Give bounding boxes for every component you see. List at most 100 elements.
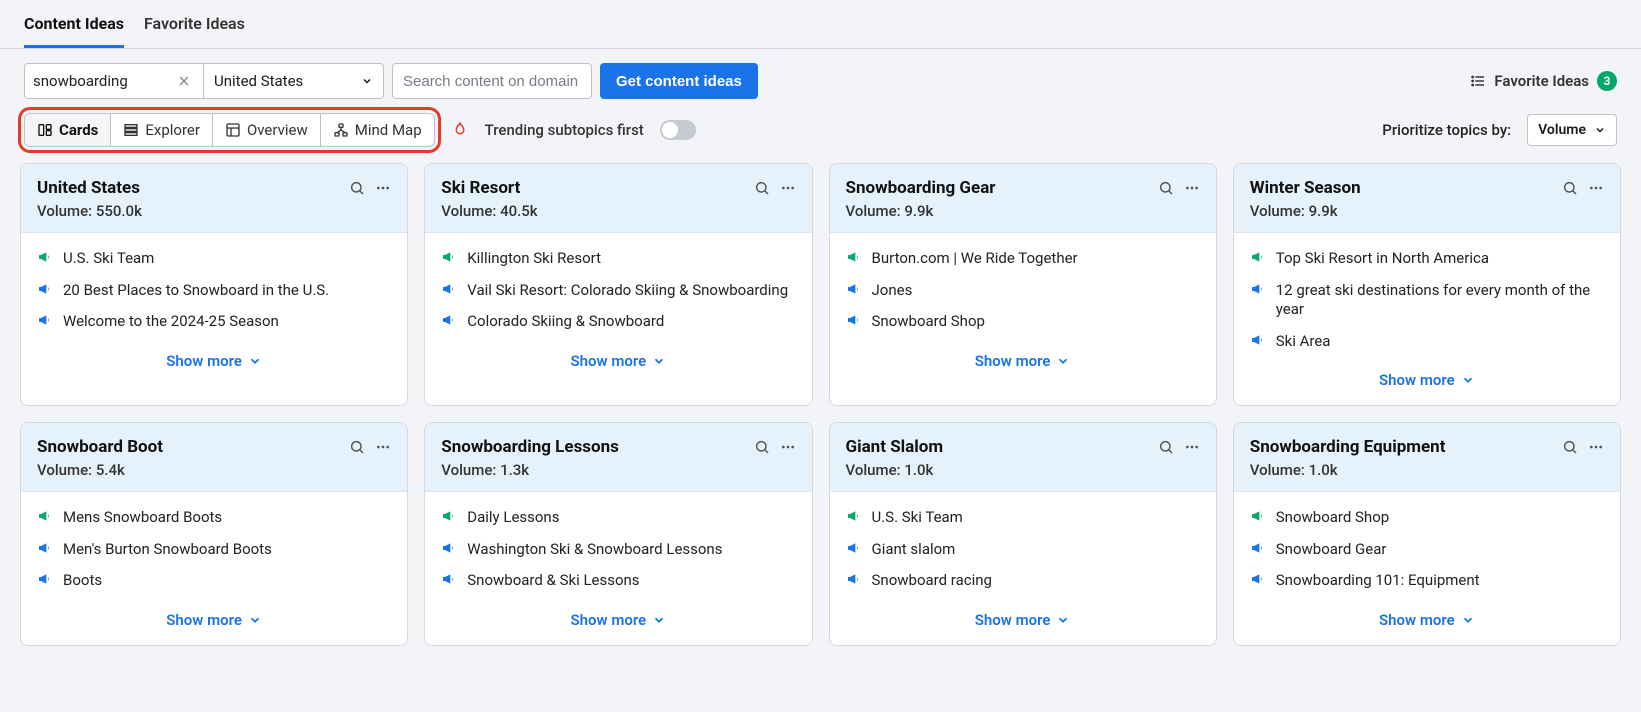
content-item[interactable]: 20 Best Places to Snowboard in the U.S.	[37, 281, 391, 301]
card-more-icon[interactable]	[780, 180, 796, 196]
show-more-button[interactable]: Show more	[830, 597, 1216, 645]
content-item[interactable]: Giant slalom	[846, 540, 1200, 560]
prioritize-select[interactable]: Volume	[1527, 114, 1617, 146]
card-more-icon[interactable]	[1588, 180, 1604, 196]
content-item[interactable]: Snowboard Shop	[846, 312, 1200, 332]
favorite-ideas-link[interactable]: Favorite Ideas 3	[1470, 71, 1617, 91]
megaphone-icon	[1250, 332, 1266, 348]
show-more-button[interactable]: Show more	[1234, 357, 1620, 405]
card-volume: Volume: 40.5k	[441, 202, 795, 220]
topic-card: Giant SlalomVolume: 1.0kU.S. Ski TeamGia…	[829, 422, 1217, 646]
overview-icon	[225, 122, 241, 138]
content-item[interactable]: Mens Snowboard Boots	[37, 508, 391, 528]
card-search-icon[interactable]	[754, 439, 770, 455]
card-search-icon[interactable]	[349, 180, 365, 196]
content-item[interactable]: Jones	[846, 281, 1200, 301]
show-more-button[interactable]: Show more	[21, 597, 407, 645]
content-item[interactable]: Washington Ski & Snowboard Lessons	[441, 540, 795, 560]
content-item[interactable]: Top Ski Resort in North America	[1250, 249, 1604, 269]
topic-card: United StatesVolume: 550.0kU.S. Ski Team…	[20, 163, 408, 406]
keyword-clear-icon[interactable]	[173, 74, 195, 88]
card-more-icon[interactable]	[1588, 439, 1604, 455]
trending-label: Trending subtopics first	[485, 121, 644, 139]
card-more-icon[interactable]	[1184, 439, 1200, 455]
tab-content-ideas[interactable]: Content Ideas	[24, 0, 124, 48]
card-search-icon[interactable]	[1562, 180, 1578, 196]
content-item[interactable]: Snowboard Gear	[1250, 540, 1604, 560]
domain-search-input[interactable]	[392, 63, 592, 99]
content-item[interactable]: Snowboard racing	[846, 571, 1200, 591]
card-more-icon[interactable]	[780, 439, 796, 455]
megaphone-icon	[37, 249, 53, 265]
card-more-icon[interactable]	[375, 439, 391, 455]
content-item[interactable]: U.S. Ski Team	[846, 508, 1200, 528]
card-header: Snowboarding LessonsVolume: 1.3k	[425, 423, 811, 492]
card-volume: Volume: 1.3k	[441, 461, 795, 479]
view-overview[interactable]: Overview	[213, 114, 321, 146]
show-more-button[interactable]: Show more	[830, 338, 1216, 386]
card-body: Daily Lessons Washington Ski & Snowboard …	[425, 492, 811, 597]
card-search-icon[interactable]	[754, 180, 770, 196]
content-item[interactable]: Burton.com | We Ride Together	[846, 249, 1200, 269]
content-item-text: Snowboarding 101: Equipment	[1276, 571, 1480, 591]
show-more-label: Show more	[571, 611, 647, 629]
content-item[interactable]: Daily Lessons	[441, 508, 795, 528]
view-mindmap[interactable]: Mind Map	[321, 114, 434, 146]
content-item[interactable]: U.S. Ski Team	[37, 249, 391, 269]
content-item[interactable]: Snowboarding 101: Equipment	[1250, 571, 1604, 591]
megaphone-icon	[441, 571, 457, 587]
card-header: Snowboarding EquipmentVolume: 1.0k	[1234, 423, 1620, 492]
show-more-label: Show more	[166, 352, 242, 370]
megaphone-icon	[441, 508, 457, 524]
tab-favorite-ideas[interactable]: Favorite Ideas	[144, 0, 245, 48]
card-body: Mens Snowboard Boots Men's Burton Snowboa…	[21, 492, 407, 597]
content-item[interactable]: Snowboard & Ski Lessons	[441, 571, 795, 591]
show-more-button[interactable]: Show more	[1234, 597, 1620, 645]
flame-icon	[451, 121, 469, 139]
chevron-down-icon	[652, 354, 666, 368]
keyword-tag-label: snowboarding	[33, 72, 173, 90]
content-item[interactable]: Boots	[37, 571, 391, 591]
megaphone-icon	[1250, 249, 1266, 265]
get-content-ideas-button[interactable]: Get content ideas	[600, 63, 758, 99]
chevron-down-icon	[1461, 613, 1475, 627]
explorer-icon	[123, 122, 139, 138]
megaphone-icon	[846, 571, 862, 587]
content-item[interactable]: 12 great ski destinations for every mont…	[1250, 281, 1604, 320]
trending-toggle[interactable]	[660, 120, 696, 140]
topic-card: Snowboarding EquipmentVolume: 1.0k Snowbo…	[1233, 422, 1621, 646]
content-item[interactable]: Ski Area	[1250, 332, 1604, 352]
content-item[interactable]: Vail Ski Resort: Colorado Skiing & Snowb…	[441, 281, 795, 301]
keyword-tag-input[interactable]: snowboarding	[24, 63, 204, 99]
show-more-button[interactable]: Show more	[21, 338, 407, 386]
chevron-down-icon	[1461, 373, 1475, 387]
card-header: Snowboarding GearVolume: 9.9k	[830, 164, 1216, 233]
view-explorer-label: Explorer	[145, 121, 200, 139]
volume-value: 1.0k	[1309, 461, 1338, 479]
view-cards[interactable]: Cards	[25, 114, 111, 146]
card-more-icon[interactable]	[375, 180, 391, 196]
show-more-label: Show more	[975, 611, 1051, 629]
card-volume: Volume: 9.9k	[846, 202, 1200, 220]
view-explorer[interactable]: Explorer	[111, 114, 213, 146]
topic-card: Snowboarding GearVolume: 9.9k Burton.com …	[829, 163, 1217, 406]
card-volume: Volume: 5.4k	[37, 461, 391, 479]
content-item[interactable]: Welcome to the 2024-25 Season	[37, 312, 391, 332]
content-item[interactable]: Men's Burton Snowboard Boots	[37, 540, 391, 560]
card-search-icon[interactable]	[1158, 180, 1174, 196]
favorite-count-badge: 3	[1597, 71, 1617, 91]
show-more-button[interactable]: Show more	[425, 597, 811, 645]
card-body: U.S. Ski Team Giant slalom Snowboard racin…	[830, 492, 1216, 597]
content-item[interactable]: Snowboard Shop	[1250, 508, 1604, 528]
show-more-button[interactable]: Show more	[425, 338, 811, 386]
card-search-icon[interactable]	[1562, 439, 1578, 455]
volume-value: 5.4k	[96, 461, 125, 479]
card-search-icon[interactable]	[1158, 439, 1174, 455]
country-select[interactable]: United States	[204, 63, 384, 99]
content-item[interactable]: Killington Ski Resort	[441, 249, 795, 269]
volume-value: 550.0k	[96, 202, 142, 220]
card-search-icon[interactable]	[349, 439, 365, 455]
card-more-icon[interactable]	[1184, 180, 1200, 196]
content-item[interactable]: Colorado Skiing & Snowboard	[441, 312, 795, 332]
content-item-text: Snowboard & Ski Lessons	[467, 571, 639, 591]
